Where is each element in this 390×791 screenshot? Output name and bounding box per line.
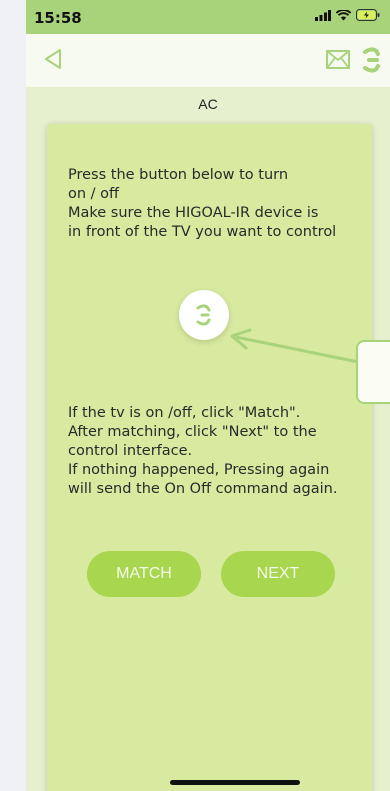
power-icon [196,304,211,326]
instruction-card: Press the button below to turn on / off … [47,124,372,791]
mail-icon[interactable] [326,50,350,69]
power-button[interactable] [179,290,229,340]
battery-charging-icon [356,9,380,21]
page-title: AC [198,96,218,112]
back-icon[interactable] [44,48,62,70]
instruction-text-bottom: If the tv is on /off, click "Match". Aft… [68,405,338,497]
home-indicator [170,780,300,785]
wifi-icon [336,9,351,20]
app-screen: 15:58 AC Press the button below to turn … [26,0,390,791]
nav-bar [26,34,390,87]
instruction-text-top: Press the button below to turn on / off … [68,167,337,240]
status-bar: 15:58 [26,0,390,34]
next-button[interactable]: NEXT [221,551,335,597]
status-time: 15:58 [34,9,82,27]
match-button[interactable]: MATCH [87,551,201,597]
hint-box [356,340,390,404]
signal-icon [315,9,331,21]
logo-icon[interactable] [362,47,382,73]
status-icons [315,9,380,21]
